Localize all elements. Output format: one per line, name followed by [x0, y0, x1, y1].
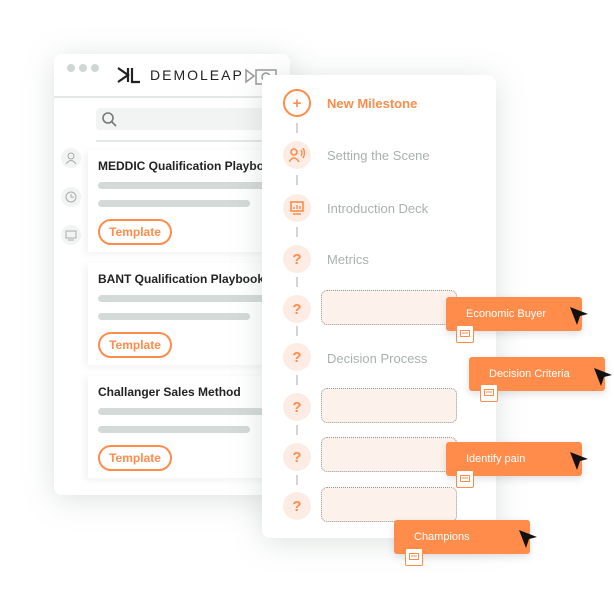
divider: [96, 140, 290, 142]
logo: DEMOLEAP: [116, 66, 244, 84]
question-icon: ?: [283, 245, 311, 273]
milestone-label[interactable]: Decision Process: [327, 351, 427, 366]
template-button[interactable]: Template: [98, 445, 172, 471]
milestone-drop-slot[interactable]: [321, 437, 457, 472]
question-icon: ?: [283, 393, 311, 421]
card-title: BANT Qualification Playbook: [98, 272, 265, 286]
presentation-icon[interactable]: [61, 225, 81, 245]
connector: [296, 227, 298, 237]
milestone-drop-slot[interactable]: [321, 487, 457, 522]
question-icon: ?: [283, 343, 311, 371]
comment-icon[interactable]: [456, 325, 474, 343]
playbook-card[interactable]: BANT Qualification Playbook Template: [88, 263, 290, 365]
search-icon: [102, 112, 117, 127]
new-milestone-button[interactable]: New Milestone: [327, 96, 417, 111]
question-icon: ?: [283, 443, 311, 471]
playbook-card[interactable]: MEDDIC Qualification Playbook Template: [88, 150, 290, 252]
connector: [296, 277, 298, 287]
question-icon: ?: [283, 492, 311, 520]
question-icon: ?: [283, 295, 311, 323]
logo-text: DEMOLEAP: [150, 67, 244, 83]
milestone-drop-slot[interactable]: [321, 290, 457, 325]
milestone-label[interactable]: Setting the Scene: [327, 148, 430, 163]
playbook-card[interactable]: Challanger Sales Method Template: [88, 376, 290, 478]
placeholder-bar: [98, 200, 250, 207]
connector: [296, 375, 298, 385]
connector: [296, 123, 298, 133]
milestone-label[interactable]: Introduction Deck: [327, 201, 428, 216]
window-dot: [79, 64, 87, 72]
connector: [296, 326, 298, 336]
presentation-chart-icon: [283, 194, 311, 222]
clock-icon[interactable]: [61, 187, 81, 207]
logo-icon: [117, 67, 140, 84]
speaker-icon: [283, 141, 311, 169]
cursor-icon: [519, 530, 537, 548]
placeholder-bar: [98, 313, 250, 320]
milestone-label[interactable]: Metrics: [327, 252, 369, 267]
template-button[interactable]: Template: [98, 332, 172, 358]
cursor-icon: [570, 452, 588, 470]
window-dot: [91, 64, 99, 72]
connector: [296, 475, 298, 485]
window-dot: [67, 64, 75, 72]
user-icon[interactable]: [61, 148, 81, 168]
search-input[interactable]: [96, 108, 290, 130]
comment-icon[interactable]: [480, 384, 498, 402]
card-title: Challanger Sales Method: [98, 385, 241, 399]
comment-icon[interactable]: [456, 470, 474, 488]
connector: [296, 175, 298, 185]
playbook-window: DEMOLEAP MEDDIC Qualification Playbook T…: [54, 54, 290, 495]
cursor-icon: [594, 368, 612, 386]
divider: [54, 96, 290, 98]
plus-icon[interactable]: +: [283, 89, 311, 117]
card-title: MEDDIC Qualification Playbook: [98, 159, 279, 173]
comment-icon[interactable]: [405, 548, 423, 566]
milestone-drop-slot[interactable]: [321, 388, 457, 423]
connector: [296, 425, 298, 435]
placeholder-bar: [98, 426, 250, 433]
cursor-icon: [570, 307, 588, 325]
template-button[interactable]: Template: [98, 219, 172, 245]
